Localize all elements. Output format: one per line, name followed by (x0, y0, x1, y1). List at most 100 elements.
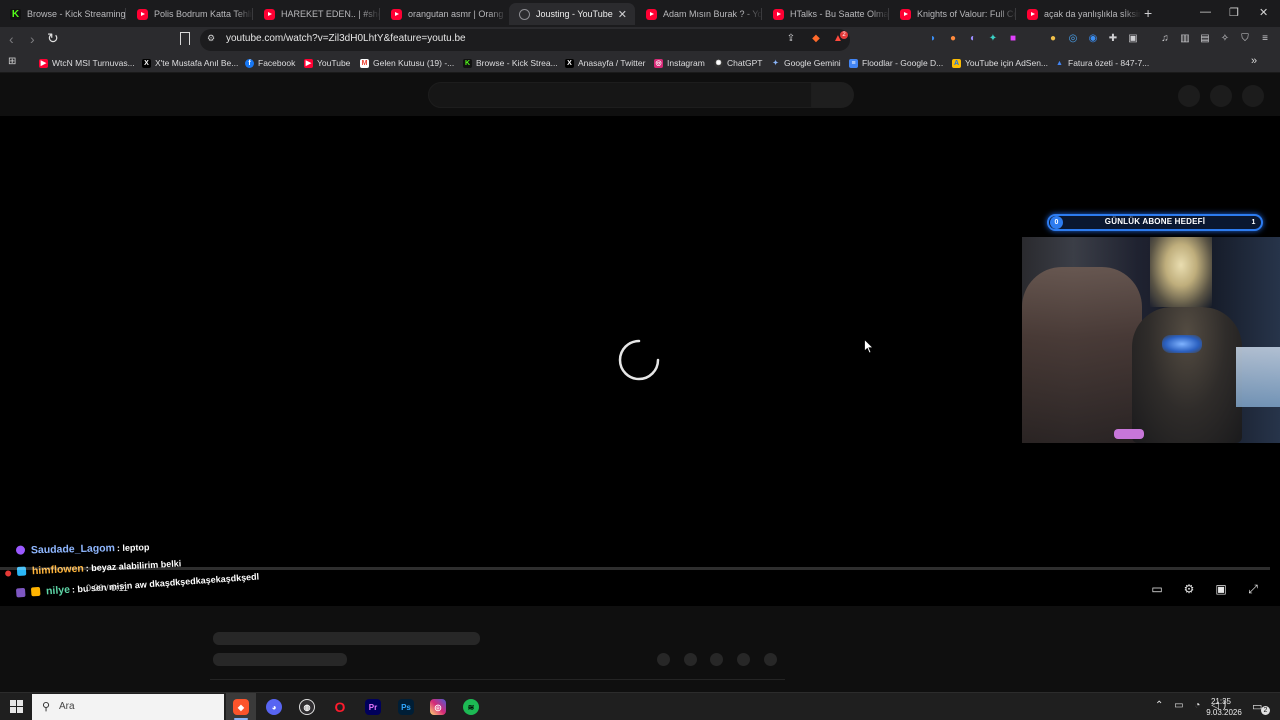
screenshot-icon[interactable]: ▣ (1127, 33, 1139, 45)
premiere-icon[interactable]: Pr (365, 699, 381, 715)
loading-spinner-icon (618, 339, 660, 381)
subtitles-icon[interactable]: ▭ (1149, 582, 1165, 596)
x-icon: X (142, 58, 151, 68)
new-tab-button[interactable]: + (1144, 5, 1152, 21)
bookmark-item[interactable]: M Gelen Kutusu (19) -... (360, 57, 454, 69)
bookmark-item[interactable]: A YouTube için AdSen... (952, 57, 1048, 69)
clock-date[interactable]: 9.03.2026 (1204, 708, 1244, 717)
extension-blue-icon[interactable]: ◉ (1087, 33, 1099, 45)
windows-start-icon[interactable] (10, 700, 23, 713)
bookmark-item[interactable]: f Facebook (245, 57, 295, 69)
extension-purple-icon[interactable]: ■ (1007, 33, 1019, 45)
facebook-icon: f (245, 58, 254, 68)
video-info-skeleton (0, 606, 1280, 692)
tab-kick-browse[interactable]: K Browse - Kick Streaming (0, 3, 126, 25)
bookmarks-overflow-button[interactable]: » (1251, 55, 1257, 67)
chat-text: : beyaz alabilirim belki (85, 558, 182, 574)
bookmark-page-icon[interactable] (180, 32, 190, 45)
tab-acak-da[interactable]: açak da yanlışlıkla sİksinle (1017, 3, 1141, 25)
video-player[interactable]: 0 GÜNLÜK ABONE HEDEFİ 1 Saudade_Lagom: l… (0, 116, 1280, 606)
header-action-skeleton[interactable] (1178, 85, 1200, 107)
action-skeleton (710, 653, 723, 666)
discord-icon[interactable]: ◕ (266, 699, 282, 715)
tab-knights-of-valour[interactable]: Knights of Valour: Full Com (890, 3, 1016, 25)
extension-translate-icon[interactable]: ◗ (927, 33, 939, 45)
wallet-icon[interactable]: ▤ (1199, 33, 1211, 45)
adsense-icon: A (952, 58, 961, 68)
share-icon[interactable]: ⇪ (785, 33, 797, 45)
clock-time[interactable]: 21:35 (1210, 697, 1232, 706)
tab-htalks[interactable]: HTalks - Bu Saatte Olmaz ( (763, 3, 889, 25)
extension-feather-icon[interactable]: ◐ (967, 33, 979, 45)
spotify-icon[interactable]: ≋ (463, 699, 479, 715)
bookmark-item[interactable]: K Browse - Kick Strea... (463, 57, 558, 69)
gemini-icon: ✦ (772, 60, 779, 67)
tab-adam-misin[interactable]: Adam Mısın Burak ? - You (636, 3, 762, 25)
browser-toolbar: ‹ › ↻ ⚙ youtube.com/watch?v=Zil3dH0LhtY&… (0, 27, 1280, 53)
back-button[interactable]: ‹ (9, 31, 14, 47)
apps-grid-icon[interactable]: ⊞ (8, 56, 16, 67)
header-action-skeleton[interactable] (1210, 85, 1232, 107)
action-skeleton (684, 653, 697, 666)
tab-hareket-eden[interactable]: HAREKET EDEN.. | #shorts (254, 3, 380, 25)
browser-menu-icon[interactable]: ≡ (1259, 33, 1271, 45)
chat-badge-icon (30, 586, 41, 597)
bookmark-item[interactable]: X Anasayfa / Twitter (565, 57, 645, 69)
chat-badge-icon (15, 587, 26, 598)
bookmark-item[interactable]: ▲ Fatura özeti - 847-7... (1055, 57, 1149, 69)
url-text[interactable]: youtube.com/watch?v=Zil3dH0LhtY&feature=… (226, 33, 466, 44)
forward-button[interactable]: › (30, 31, 35, 47)
bookmark-item[interactable]: ≡ Floodlar - Google D... (849, 57, 943, 69)
theater-mode-icon[interactable]: ▣ (1213, 582, 1229, 596)
reload-button[interactable]: ↻ (47, 30, 59, 47)
tab-orangutan[interactable]: orangutan asmr | Orang U (381, 3, 507, 25)
media-controls-icon[interactable]: ♫ (1159, 33, 1171, 45)
bookmark-item[interactable]: ◎ Instagram (654, 57, 705, 69)
chat-text: : leptop (116, 542, 150, 554)
brave-shields-icon[interactable]: ◆ (810, 33, 822, 45)
tab-close-icon[interactable]: ✕ (618, 8, 627, 21)
bookmark-item[interactable]: ✺ ChatGPT (714, 57, 762, 69)
x-icon: X (565, 58, 574, 68)
instagram-icon: ◎ (654, 58, 663, 68)
search-button-skeleton[interactable] (812, 82, 854, 108)
bookmark-item[interactable]: ✦ Google Gemini (771, 57, 841, 69)
goal-title: GÜNLÜK ABONE HEDEFİ (1104, 217, 1206, 226)
restore-button[interactable]: ❐ (1229, 6, 1239, 19)
webcam-overlay (1022, 237, 1280, 443)
bookmark-item[interactable]: X X'te Mustafa Anıl Be... (142, 57, 238, 69)
fullscreen-icon[interactable]: ⤢ (1245, 582, 1261, 596)
opera-icon[interactable]: O (332, 699, 348, 715)
extension-search-icon[interactable]: ◎ (1067, 33, 1079, 45)
kick-icon: K (10, 8, 21, 20)
minimize-button[interactable]: — (1200, 6, 1211, 18)
vpn-icon[interactable]: ⛉ (1239, 33, 1251, 45)
extension-tool-icon[interactable]: ✦ (987, 33, 999, 45)
photoshop-icon[interactable]: Ps (398, 699, 414, 715)
extension-yellow-icon[interactable]: ● (1047, 33, 1059, 45)
tab-jousting-active[interactable]: Jousting - YouTube ✕ (509, 3, 635, 25)
site-info-icon[interactable]: ⚙ (207, 33, 215, 44)
progress-bar[interactable] (0, 567, 1270, 570)
settings-gear-icon[interactable]: ⚙ (1181, 582, 1197, 596)
title-skeleton (213, 632, 480, 645)
google-docs-icon: ≡ (849, 58, 858, 68)
tab-polis-bodrum[interactable]: Polis Bodrum Katta Tehlike (127, 3, 253, 25)
leo-ai-icon[interactable]: ✧ (1219, 33, 1231, 45)
chat-username: nilye (45, 583, 71, 598)
close-window-button[interactable]: ✕ (1259, 6, 1268, 19)
obs-icon[interactable]: ◍ (299, 699, 315, 715)
divider (210, 679, 785, 680)
action-skeleton (737, 653, 750, 666)
instagram-icon[interactable]: ◎ (430, 699, 446, 715)
brave-icon[interactable]: ◆ (233, 699, 249, 715)
extensions-puzzle-icon[interactable]: ✚ (1107, 33, 1119, 45)
search-input-skeleton[interactable] (428, 82, 812, 108)
bookmark-item[interactable]: ▶ YouTube (304, 57, 350, 69)
sidebar-icon[interactable]: ▥ (1179, 33, 1191, 45)
extension-fox-icon[interactable]: ● (947, 33, 959, 45)
avatar-skeleton[interactable] (1242, 85, 1264, 107)
bookmark-item[interactable]: ▶ WtcN MSI Turnuvas... (39, 57, 135, 69)
taskbar-search-placeholder: Ara (59, 701, 75, 712)
youtube-icon (1027, 8, 1038, 20)
